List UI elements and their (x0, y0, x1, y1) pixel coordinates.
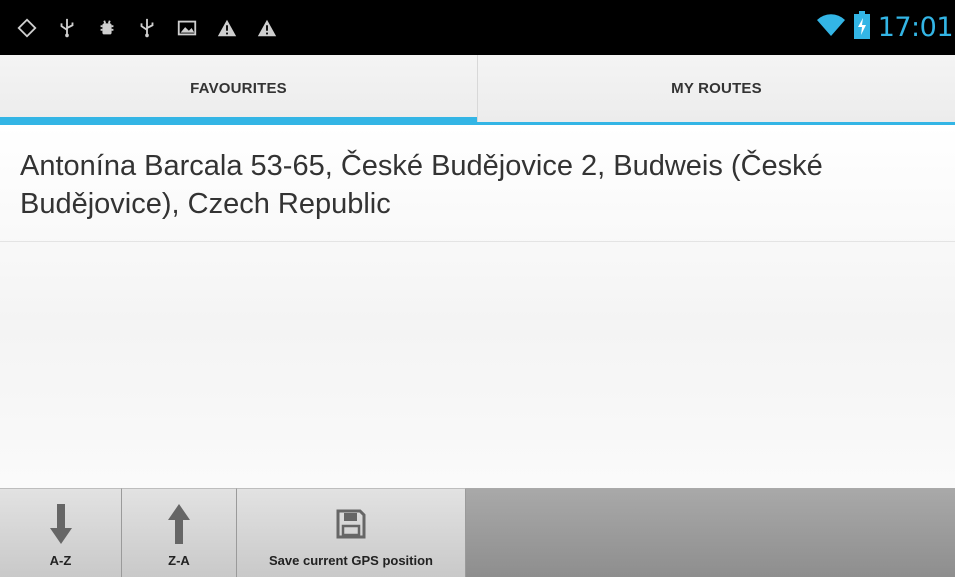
usb-icon (134, 15, 160, 41)
tab-bar: FAVOURITES MY ROUTES (0, 55, 955, 125)
save-gps-position-button[interactable]: Save current GPS position (237, 488, 466, 577)
image-icon (174, 15, 200, 41)
bottom-action-bar: A-Z Z-A Save current GPS position (0, 488, 955, 577)
save-gps-position-label: Save current GPS position (269, 553, 433, 568)
sort-z-a-button[interactable]: Z-A (122, 488, 237, 577)
usb-icon (54, 15, 80, 41)
wifi-icon (816, 12, 846, 43)
battery-charging-icon (853, 11, 870, 44)
notification-icons (14, 15, 280, 41)
tab-favourites[interactable]: FAVOURITES (0, 55, 477, 125)
system-icons: 17:01 (816, 0, 955, 55)
sort-z-a-label: Z-A (168, 553, 190, 568)
favourites-list: Antonína Barcala 53-65, České Budějovice… (0, 125, 955, 488)
save-icon (331, 501, 371, 547)
android-debug-icon (94, 15, 120, 41)
tab-my-routes[interactable]: MY ROUTES (477, 55, 955, 122)
sort-a-z-label: A-Z (49, 553, 72, 568)
status-bar: 17:01 (0, 0, 955, 55)
sort-a-z-button[interactable]: A-Z (0, 488, 122, 577)
warning-icon (254, 15, 280, 41)
list-item[interactable]: Antonína Barcala 53-65, České Budějovice… (0, 125, 955, 242)
arrow-up-icon (159, 501, 199, 547)
location-icon (14, 15, 40, 41)
warning-icon (214, 15, 240, 41)
arrow-down-icon (41, 501, 81, 547)
clock: 17:01 (877, 12, 954, 43)
